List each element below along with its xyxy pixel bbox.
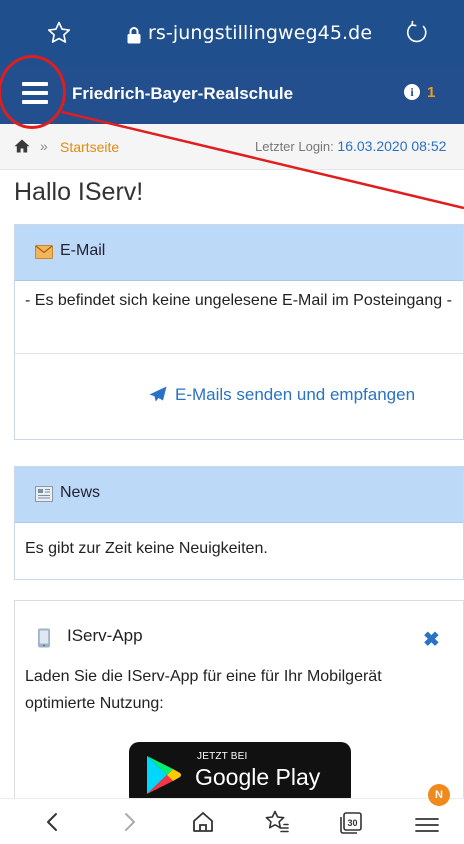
url-text[interactable]: rs-jungstillingweg45.de (148, 22, 372, 44)
annotation-circle (0, 55, 66, 129)
tabs-icon[interactable]: 30 (336, 807, 366, 837)
browser-url-bar: rs-jungstillingweg45.de (0, 0, 464, 66)
email-panel: E-Mail - Es befindet sich keine ungelese… (14, 224, 464, 440)
forward-icon[interactable] (114, 807, 144, 837)
newspaper-icon (35, 486, 53, 502)
email-link-label[interactable]: E-Mails senden und empfangen (175, 385, 415, 404)
lock-icon (127, 27, 141, 44)
home-nav-icon[interactable] (188, 807, 218, 837)
email-panel-header: E-Mail (15, 225, 463, 281)
close-icon[interactable]: ✖ (423, 627, 440, 652)
notification-count[interactable]: 1 (427, 84, 435, 101)
back-icon[interactable] (38, 807, 68, 837)
iserv-app-title: IServ-App (67, 626, 143, 645)
google-play-big-text: Google Play (195, 764, 321, 790)
email-link[interactable]: E-Mails senden und empfangen (149, 385, 415, 405)
google-play-small-text: JETZT BEI (197, 751, 248, 762)
email-panel-title: E-Mail (60, 242, 106, 259)
breadcrumb: » Startseite Letzter Login: 16.03.2020 0… (0, 124, 464, 170)
bookmarks-icon[interactable] (262, 807, 292, 837)
school-name[interactable]: Friedrich-Bayer-Realschule (72, 84, 293, 104)
info-icon[interactable]: i (404, 84, 420, 100)
reload-icon[interactable] (404, 20, 430, 46)
google-play-button[interactable]: JETZT BEI Google Play (129, 742, 351, 806)
breadcrumb-startseite[interactable]: Startseite (60, 139, 119, 155)
google-play-logo (147, 756, 181, 794)
last-login-label: Letzter Login: (255, 139, 334, 154)
envelope-icon (35, 245, 53, 259)
home-icon[interactable] (14, 139, 30, 153)
email-message: - Es befindet sich keine ungelesene E-Ma… (15, 281, 463, 354)
page-title: Hallo IServ! (14, 178, 144, 206)
menu-badge: N (428, 784, 450, 806)
app-navbar: Friedrich-Bayer-Realschule i 1 (0, 66, 464, 124)
browser-bottom-nav: 30 (0, 798, 464, 844)
tabs-count: 30 (347, 818, 357, 828)
news-panel: News Es gibt zur Zeit keine Neuigkeiten. (14, 466, 464, 580)
breadcrumb-separator: » (40, 138, 48, 154)
phone-icon (38, 628, 50, 648)
last-login-value: 16.03.2020 08:52 (337, 138, 447, 154)
browser-menu-icon[interactable] (412, 807, 442, 837)
news-panel-header: News (15, 467, 463, 523)
iserv-app-panel: IServ-App ✖ Laden Sie die IServ-App für … (14, 600, 464, 810)
news-message: Es gibt zur Zeit keine Neuigkeiten. (25, 540, 268, 557)
star-icon[interactable] (46, 20, 72, 46)
last-login: Letzter Login: 16.03.2020 08:52 (255, 138, 446, 154)
send-icon (149, 386, 167, 402)
news-panel-title: News (60, 484, 101, 501)
iserv-app-description: Laden Sie die IServ-App für eine für Ihr… (25, 668, 382, 712)
